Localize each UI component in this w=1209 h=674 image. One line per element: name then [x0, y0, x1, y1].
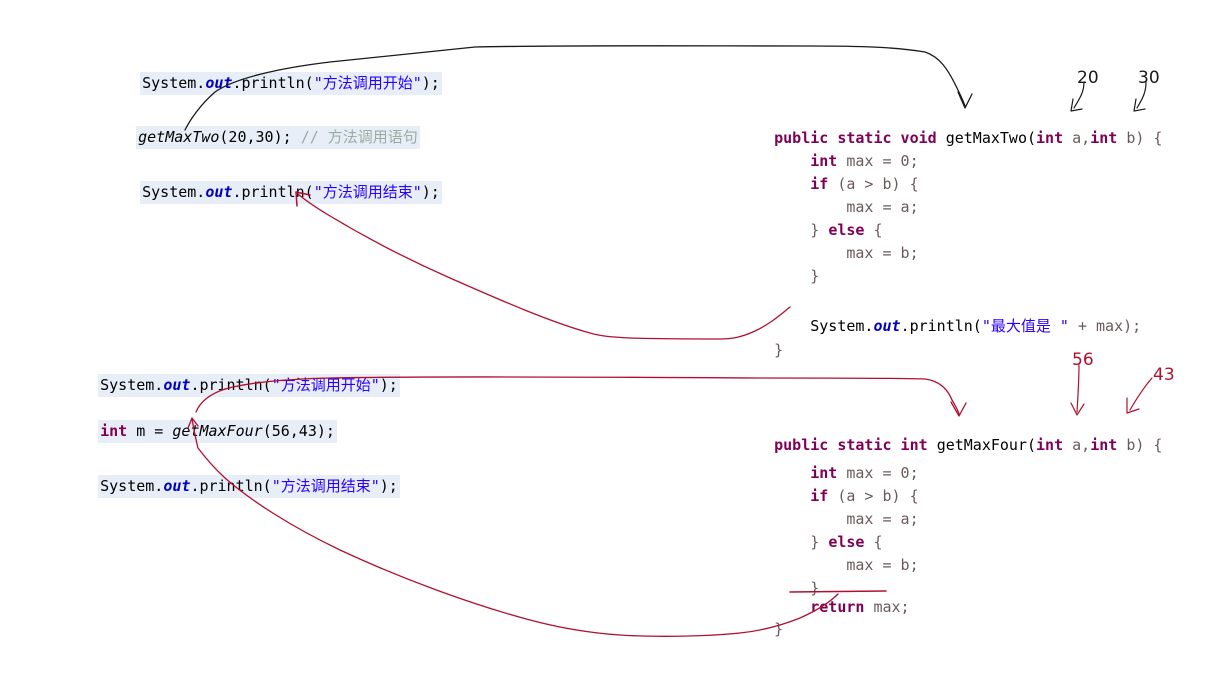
code-token: getMaxFour	[172, 422, 263, 440]
code-token: int	[1090, 436, 1127, 454]
code-highlight: System.out.println("方法调用开始");	[140, 72, 442, 95]
code-token: .println(	[190, 376, 272, 394]
code-token: (20,30);	[219, 128, 301, 146]
argument-label-56: 56	[1072, 350, 1094, 370]
caller-one-print-end-line: System.out.println("方法调用结束");	[104, 159, 442, 225]
code-token: b) {	[1126, 436, 1163, 454]
code-tokens: return max;	[774, 598, 909, 616]
code-token: .println(	[900, 317, 982, 335]
code-token: .println(	[232, 74, 314, 92]
code-token: int	[1036, 436, 1073, 454]
code-token: );	[421, 183, 440, 201]
code-token: m =	[136, 422, 173, 440]
argument-label-20: 20	[1077, 68, 1099, 88]
code-token: "方法调用开始"	[271, 376, 380, 394]
code-token: getMaxTwo	[138, 128, 220, 146]
code-token: "最大值是 "	[981, 317, 1069, 335]
code-token: out	[205, 183, 233, 201]
code-token: System.	[142, 74, 206, 92]
diagram-canvas: System.out.println("方法调用开始"); getMaxTwo(…	[0, 0, 1209, 674]
code-highlight: getMaxTwo(20,30); // 方法调用语句	[136, 126, 420, 149]
param-arrow-a-56	[1076, 364, 1080, 413]
method-two-close-method: }	[738, 596, 783, 662]
code-token: int	[1036, 129, 1073, 147]
code-tokens: }	[774, 620, 783, 638]
code-token: int	[100, 422, 137, 440]
code-token: out	[873, 317, 901, 335]
code-token: // 方法调用语句	[300, 128, 418, 146]
param-arrowhead-b-43	[1126, 397, 1140, 414]
code-token: getMaxFour(	[936, 436, 1037, 454]
code-token: getMaxTwo(	[945, 129, 1037, 147]
code-token: out	[163, 477, 191, 495]
code-token: );	[421, 74, 440, 92]
param-arrow-b-43	[1129, 377, 1153, 411]
code-token: .println(	[190, 477, 272, 495]
method-one-close-method: }	[738, 317, 783, 383]
code-token: + max);	[1068, 317, 1142, 335]
code-token: }	[774, 341, 784, 359]
code-token: (56,43);	[262, 422, 335, 440]
code-token: return	[810, 598, 874, 616]
code-token: b) {	[1126, 129, 1163, 147]
code-tokens: }	[774, 341, 783, 359]
code-token: .println(	[232, 183, 314, 201]
code-token: System.	[100, 376, 164, 394]
code-token: );	[379, 376, 398, 394]
code-token: out	[163, 376, 191, 394]
code-highlight: System.out.println("方法调用结束");	[98, 475, 400, 498]
code-token: a,	[1072, 129, 1091, 147]
code-token: System.	[774, 317, 874, 335]
code-token: );	[379, 477, 398, 495]
code-token: "方法调用开始"	[313, 74, 422, 92]
code-tokens: System.out.println("最大值是 " + max);	[774, 317, 1141, 335]
code-token: "方法调用结束"	[271, 477, 380, 495]
code-token: "方法调用结束"	[313, 183, 422, 201]
code-token: max;	[873, 598, 910, 616]
code-highlight: int m = getMaxFour(56,43);	[98, 420, 337, 443]
code-token: a,	[1072, 436, 1091, 454]
argument-label-30: 30	[1138, 68, 1160, 88]
argument-label-43: 43	[1153, 365, 1175, 385]
code-token: System.	[100, 477, 164, 495]
code-tokens: }	[774, 267, 819, 285]
code-token: }	[774, 267, 820, 285]
code-token: out	[205, 74, 233, 92]
code-token: }	[774, 620, 784, 638]
code-token: int	[1090, 129, 1127, 147]
code-token: System.	[142, 183, 206, 201]
code-highlight: System.out.println("方法调用开始");	[98, 374, 400, 397]
caller-two-print-end-line: System.out.println("方法调用结束");	[62, 453, 400, 519]
code-highlight: System.out.println("方法调用结束");	[140, 181, 442, 204]
